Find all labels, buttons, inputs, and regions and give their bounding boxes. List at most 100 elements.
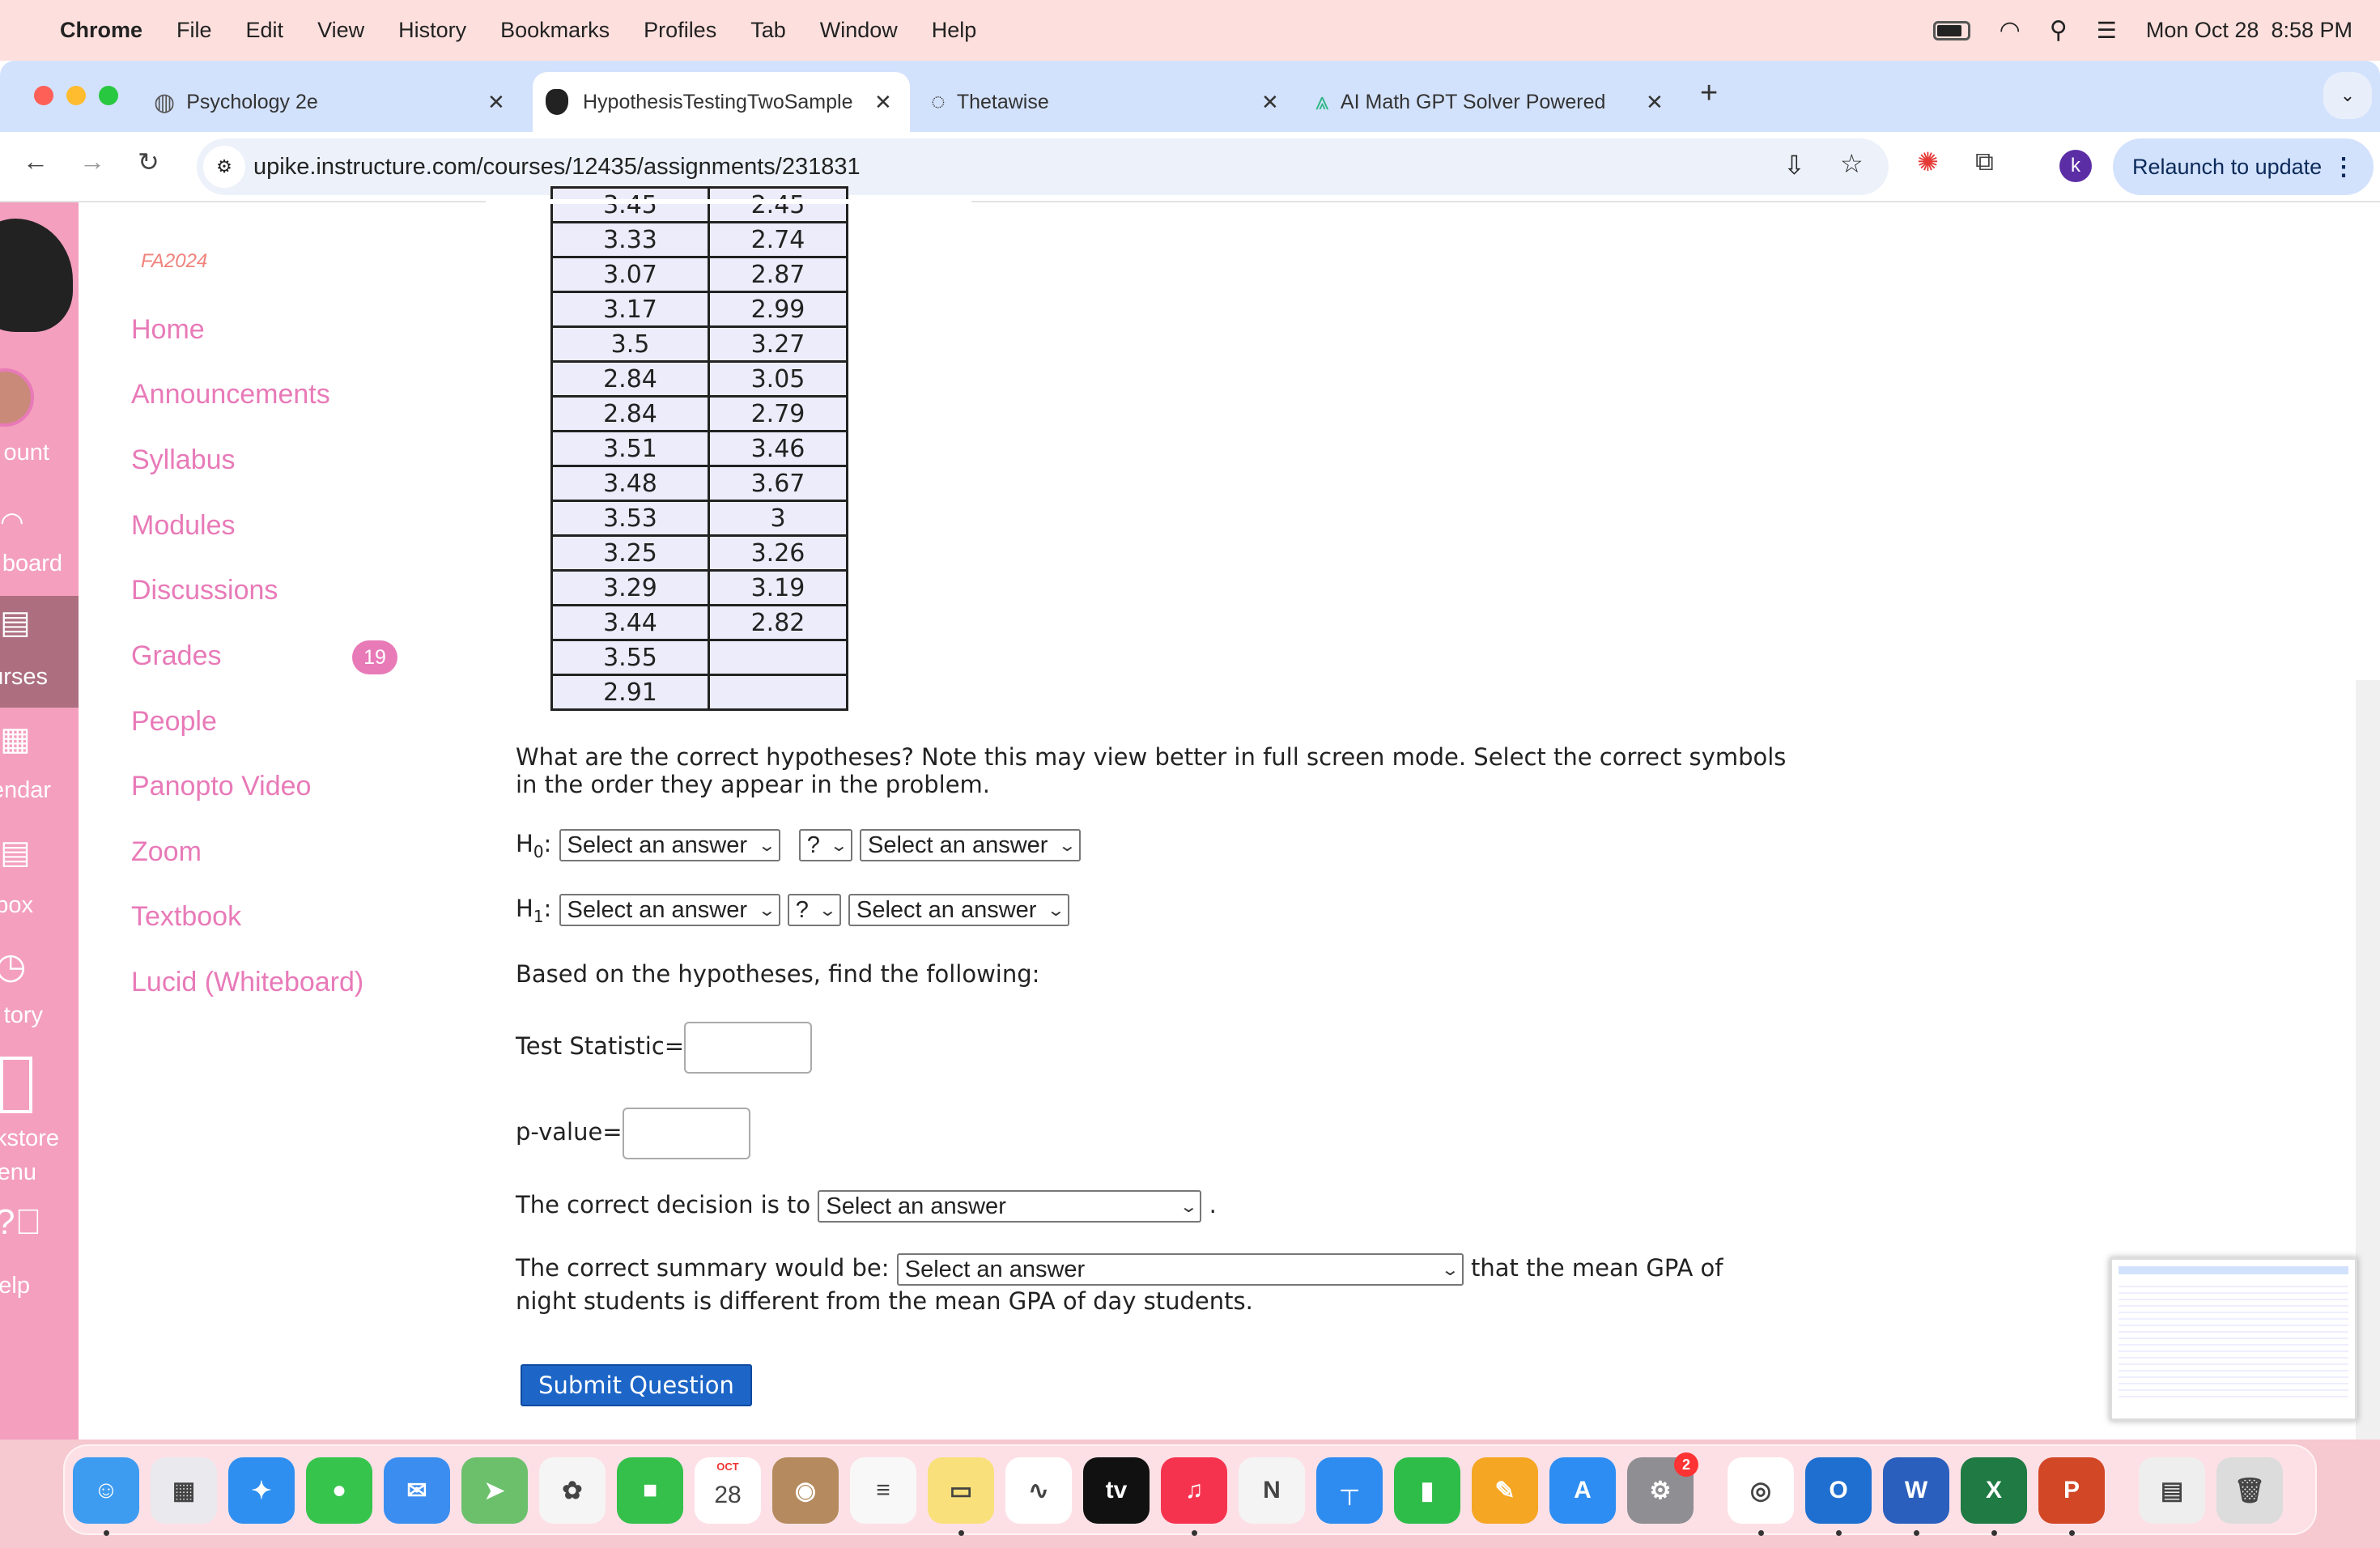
site-settings-icon[interactable]: ⚙ — [203, 146, 245, 188]
dock-excel-icon[interactable]: X — [1961, 1457, 2027, 1524]
h0-symbol-select[interactable]: ? ⌄ — [798, 829, 852, 861]
menu-file[interactable]: File — [176, 18, 212, 43]
menu-edit[interactable]: Edit — [246, 18, 284, 43]
h0-right-select[interactable]: Select an answer ⌄ — [859, 829, 1081, 861]
course-nav-textbook[interactable]: Textbook — [131, 901, 241, 933]
back-icon[interactable]: ← — [23, 147, 49, 176]
wifi-icon[interactable]: ◠ — [2000, 16, 2021, 45]
dock-news-icon[interactable]: N — [1239, 1457, 1305, 1524]
dock-system-settings-icon[interactable]: ⚙ 2 — [1627, 1452, 1698, 1524]
h1-right-select[interactable]: Select an answer ⌄ — [848, 894, 1069, 926]
profile-avatar[interactable]: k — [2059, 150, 2092, 182]
dock-numbers-icon[interactable]: ▮ — [1394, 1457, 1460, 1524]
decision-select[interactable]: Select an answer ⌄ — [818, 1190, 1202, 1223]
extensions-puzzle-icon[interactable]: ⧉ — [1975, 147, 1994, 177]
course-nav-modules[interactable]: Modules — [131, 510, 236, 542]
dock-pages-icon[interactable]: ✎ — [1472, 1457, 1538, 1524]
dock-finder-icon[interactable]: ☺ — [73, 1457, 139, 1524]
nav-dashboard[interactable]: board — [0, 551, 79, 583]
h0-left-select[interactable]: Select an answer ⌄ — [559, 829, 780, 861]
close-tab-icon[interactable]: ✕ — [1646, 90, 1664, 115]
dock-music-icon[interactable]: ♫ — [1161, 1457, 1227, 1524]
dock-mail-icon[interactable]: ✉ — [384, 1457, 450, 1524]
menu-view[interactable]: View — [317, 18, 364, 43]
summary-select[interactable]: Select an answer ⌄ — [896, 1253, 1464, 1286]
dock-launchpad-icon[interactable]: ▦ — [151, 1457, 217, 1524]
close-tab-icon[interactable]: ✕ — [874, 90, 892, 115]
dock-photos-icon[interactable]: ✿ — [539, 1457, 606, 1524]
menu-tab[interactable]: Tab — [750, 18, 786, 43]
url-text[interactable]: upike.instructure.com/courses/12435/assi… — [253, 154, 861, 181]
bookmark-star-icon[interactable]: ☆ — [1840, 148, 1864, 179]
course-nav-syllabus[interactable]: Syllabus — [131, 444, 236, 476]
course-nav-people[interactable]: People — [131, 706, 217, 738]
dock-chrome-icon[interactable]: ◎ — [1728, 1457, 1794, 1524]
menu-window[interactable]: Window — [820, 18, 898, 43]
dock-downloads-icon[interactable]: ▤ — [2139, 1457, 2205, 1524]
tab-hypothesis-testing[interactable]: HypothesisTestingTwoSample ✕ — [533, 72, 910, 132]
tab-search-dropdown[interactable]: ⌄ — [2323, 72, 2372, 119]
more-menu-icon[interactable]: ⋮ — [2331, 153, 2356, 181]
course-nav-discussions[interactable]: Discussions — [131, 575, 278, 606]
dock-calendar-icon[interactable]: 28 OCT — [695, 1457, 761, 1524]
course-nav-announcements[interactable]: Announcements — [131, 379, 330, 410]
menu-help[interactable]: Help — [932, 18, 977, 43]
h1-left-select[interactable]: Select an answer ⌄ — [559, 894, 780, 926]
battery-icon[interactable] — [1932, 20, 1970, 40]
nav-inbox[interactable]: box — [0, 892, 79, 925]
tab-psychology[interactable]: ◍ Psychology 2e ✕ — [154, 72, 518, 132]
nav-calendar[interactable]: endar — [0, 777, 79, 810]
reload-icon[interactable]: ↻ — [138, 147, 159, 177]
dock-messages-icon[interactable]: ● — [306, 1457, 372, 1524]
dock-keynote-icon[interactable]: ┬ — [1316, 1457, 1383, 1524]
menu-profiles[interactable]: Profiles — [644, 18, 716, 43]
p-value-input[interactable] — [622, 1108, 750, 1159]
search-icon[interactable]: ⚲ — [2050, 16, 2068, 45]
install-app-icon[interactable]: ⇩ — [1783, 150, 1805, 181]
dock-contacts-icon[interactable]: ◉ — [772, 1457, 839, 1524]
relaunch-button[interactable]: Relaunch to update ⋮ — [2113, 138, 2374, 195]
close-tab-icon[interactable]: ✕ — [487, 90, 505, 115]
dock-trash-icon[interactable]: 🗑 — [2216, 1457, 2283, 1524]
menu-app-name[interactable]: Chrome — [60, 18, 142, 43]
dock-notes-icon[interactable]: ▭ — [928, 1457, 994, 1524]
menu-history[interactable]: History — [398, 18, 466, 43]
nav-bookstore-menu[interactable]: kstore enu — [0, 1125, 79, 1185]
panther-logo[interactable] — [0, 219, 73, 332]
dock-reminders-icon[interactable]: ≡ — [850, 1457, 916, 1524]
nav-courses[interactable]: ▤ urses — [0, 596, 79, 708]
tab-ai-math[interactable]: ⩓ AI Math GPT Solver Powered ✕ — [1315, 72, 1672, 132]
dock-maps-icon[interactable]: ➤ — [461, 1457, 528, 1524]
close-window-button[interactable] — [34, 86, 53, 105]
zoom-window-button[interactable] — [99, 86, 118, 105]
screenshot-thumbnail[interactable] — [2110, 1257, 2357, 1421]
close-tab-icon[interactable]: ✕ — [1261, 90, 1279, 115]
minimize-window-button[interactable] — [66, 86, 86, 105]
tab-thetawise[interactable]: ◌ Thetawise ✕ — [931, 72, 1287, 132]
new-tab-button[interactable]: + — [1700, 76, 1718, 111]
course-nav-panopto[interactable]: Panopto Video — [131, 771, 311, 802]
dock-safari-icon[interactable]: ✦ — [228, 1457, 295, 1524]
dock-facetime-icon[interactable]: ■ — [617, 1457, 683, 1524]
nav-history[interactable]: tory — [0, 1002, 79, 1035]
test-statistic-input[interactable] — [684, 1022, 813, 1074]
datetime[interactable]: Mon Oct 28 8:58 PM — [2146, 18, 2352, 43]
forward-icon[interactable]: → — [79, 147, 105, 176]
course-nav-home[interactable]: Home — [131, 314, 205, 346]
dock-freeform-icon[interactable]: ∿ — [1005, 1457, 1072, 1524]
nav-help[interactable]: elp — [0, 1273, 79, 1305]
control-center-icon[interactable]: ☰ — [2097, 17, 2117, 44]
address-bar[interactable]: ⚙ upike.instructure.com/courses/12435/as… — [197, 138, 1889, 195]
dock-app-store-icon[interactable]: A — [1549, 1457, 1616, 1524]
dock-word-icon[interactable]: W — [1883, 1457, 1949, 1524]
submit-question-button[interactable]: Submit Question — [521, 1364, 752, 1406]
scrollbar-track[interactable] — [2356, 680, 2380, 1441]
nav-account[interactable]: ount — [0, 440, 79, 472]
dock-powerpoint-icon[interactable]: P — [2038, 1457, 2105, 1524]
dock-tv-icon[interactable]: tv — [1083, 1457, 1150, 1524]
avatar[interactable] — [0, 368, 34, 427]
course-nav-zoom[interactable]: Zoom — [131, 836, 202, 868]
dock-outlook-icon[interactable]: O — [1805, 1457, 1872, 1524]
h1-symbol-select[interactable]: ? ⌄ — [787, 894, 841, 926]
menu-bookmarks[interactable]: Bookmarks — [500, 18, 610, 43]
